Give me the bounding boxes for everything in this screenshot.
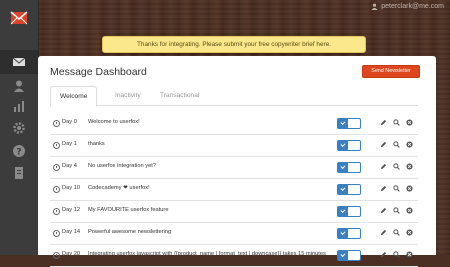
- pencil-icon[interactable]: [380, 229, 387, 236]
- page-title: Message Dashboard: [50, 66, 147, 78]
- message-subject[interactable]: Powerful awesome newslettering: [88, 229, 376, 235]
- message-enabled-toggle[interactable]: [337, 118, 361, 129]
- integration-alert[interactable]: Thanks for integrating. Please submit yo…: [102, 36, 366, 53]
- tab-welcome[interactable]: Welcome: [50, 86, 98, 107]
- tab-transactional[interactable]: Transactional: [160, 86, 199, 105]
- pencil-icon[interactable]: [380, 185, 387, 192]
- message-row[interactable]: Day 0 Welcome to userfox!: [50, 113, 418, 135]
- message-tabs: Welcome Inactivity Transactional: [50, 86, 418, 107]
- message-day: Day 0: [62, 119, 77, 125]
- pencil-icon[interactable]: [380, 119, 387, 126]
- user-icon: [371, 3, 378, 10]
- message-subject[interactable]: thanks: [88, 141, 376, 147]
- message-list: Day 0 Welcome to userfox! Day 1 thanks Day 4…: [50, 113, 418, 267]
- message-day: Day 1: [62, 141, 77, 147]
- svg-text:?: ?: [16, 148, 21, 158]
- message-subject[interactable]: My FAVOURITE userfox feature: [88, 207, 376, 213]
- delete-icon[interactable]: [406, 163, 413, 170]
- message-subject[interactable]: Integrating userfox javascript with {{pr…: [88, 251, 376, 257]
- clock-icon: [53, 120, 60, 127]
- message-enabled-toggle[interactable]: [337, 184, 361, 195]
- toggle-on-indicator: [338, 185, 348, 194]
- pencil-icon[interactable]: [380, 163, 387, 170]
- message-subject[interactable]: No userfox integration yet?: [88, 163, 376, 169]
- message-enabled-toggle[interactable]: [337, 140, 361, 151]
- message-row[interactable]: Day 1 thanks: [50, 135, 418, 157]
- toggle-on-indicator: [338, 141, 348, 150]
- message-row[interactable]: Day 10 Codecademy ❤ userfox!: [50, 179, 418, 201]
- message-enabled-toggle[interactable]: [337, 228, 361, 239]
- message-day: Day 10: [62, 185, 81, 191]
- clock-icon: [53, 164, 60, 171]
- delete-icon[interactable]: [406, 229, 413, 236]
- envelope-icon[interactable]: [11, 54, 27, 70]
- user-email: peterclark@me.com: [381, 3, 444, 10]
- bar-chart-icon[interactable]: [11, 98, 27, 114]
- user-icon[interactable]: [11, 78, 27, 94]
- message-row[interactable]: Day 12 My FAVOURITE userfox feature: [50, 201, 418, 223]
- pencil-icon[interactable]: [380, 141, 387, 148]
- search-icon[interactable]: [393, 119, 400, 126]
- clock-icon: [53, 252, 60, 259]
- gear-icon[interactable]: [11, 120, 27, 136]
- send-newsletter-button[interactable]: Send Newsletter: [362, 65, 420, 78]
- toggle-on-indicator: [338, 251, 348, 260]
- message-enabled-toggle[interactable]: [337, 250, 361, 261]
- search-icon[interactable]: [393, 207, 400, 214]
- search-icon[interactable]: [393, 229, 400, 236]
- pencil-icon[interactable]: [380, 207, 387, 214]
- dashboard-panel: Message Dashboard Send Newsletter Welcom…: [38, 56, 436, 267]
- message-day: Day 4: [62, 163, 77, 169]
- toggle-on-indicator: [338, 229, 348, 238]
- clock-icon: [53, 230, 60, 237]
- delete-icon[interactable]: [406, 185, 413, 192]
- clock-icon: [53, 186, 60, 193]
- clock-icon: [53, 208, 60, 215]
- tab-inactivity[interactable]: Inactivity: [115, 86, 141, 105]
- search-icon[interactable]: [393, 141, 400, 148]
- message-day: Day 20: [62, 251, 81, 257]
- document-icon[interactable]: [11, 165, 27, 181]
- logo-icon[interactable]: [9, 8, 29, 28]
- delete-icon[interactable]: [406, 207, 413, 214]
- search-icon[interactable]: [393, 185, 400, 192]
- help-icon[interactable]: ?: [11, 143, 27, 159]
- message-subject[interactable]: Codecademy ❤ userfox!: [88, 185, 376, 191]
- sidebar: ?: [0, 0, 39, 255]
- message-row[interactable]: Day 14 Powerful awesome newslettering: [50, 223, 418, 245]
- message-subject[interactable]: Welcome to userfox!: [88, 119, 376, 125]
- message-enabled-toggle[interactable]: [337, 206, 361, 217]
- toggle-on-indicator: [338, 207, 348, 216]
- clock-icon: [53, 142, 60, 149]
- delete-icon[interactable]: [406, 141, 413, 148]
- message-row[interactable]: Day 20 Integrating userfox javascript wit…: [50, 245, 418, 267]
- message-row[interactable]: Day 4 No userfox integration yet?: [50, 157, 418, 179]
- search-icon[interactable]: [393, 163, 400, 170]
- toggle-on-indicator: [338, 119, 348, 128]
- delete-icon[interactable]: [406, 119, 413, 126]
- user-menu[interactable]: peterclark@me.com: [371, 3, 444, 10]
- toggle-on-indicator: [338, 163, 348, 172]
- message-enabled-toggle[interactable]: [337, 162, 361, 173]
- message-day: Day 14: [62, 229, 81, 235]
- message-day: Day 12: [62, 207, 81, 213]
